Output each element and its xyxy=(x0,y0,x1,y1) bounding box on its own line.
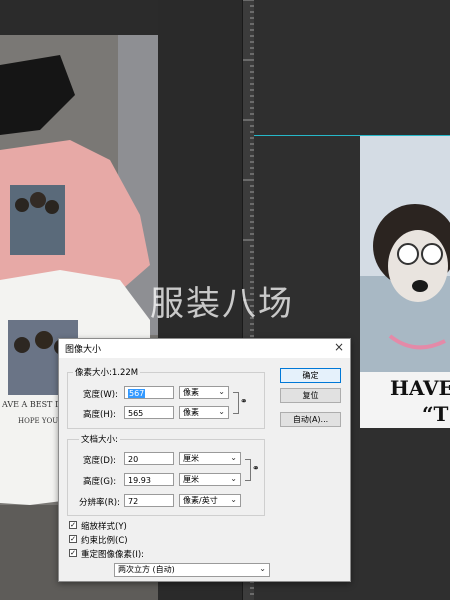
resolution-unit-select[interactable]: 像素/英寸 ⌄ xyxy=(179,494,241,507)
scale-styles-label: 缩放样式(Y) xyxy=(81,522,127,532)
resolution-unit: 像素/英寸 xyxy=(183,496,218,505)
doc-height-input[interactable]: 19.93 xyxy=(124,473,174,486)
resample-label: 重定图像像素(I): xyxy=(81,550,145,560)
chevron-down-icon: ⌄ xyxy=(259,564,266,573)
resolution-value: 72 xyxy=(128,497,139,506)
pixel-width-unit-select[interactable]: 像素 ⌄ xyxy=(179,386,229,399)
svg-text:HOPE YOU: HOPE YOU xyxy=(18,417,58,425)
doc-height-unit-select[interactable]: 厘米 ⌄ xyxy=(179,473,241,486)
resample-checkbox[interactable]: ✓ xyxy=(69,549,77,557)
pixel-width-unit: 像素 xyxy=(183,388,199,397)
pixel-height-label: 高度(H): xyxy=(83,410,116,420)
resolution-input[interactable]: 72 xyxy=(124,494,174,507)
dog-photo xyxy=(360,136,450,372)
chevron-down-icon: ⌄ xyxy=(230,474,237,483)
image-size-dialog: 图像大小 × 像素大小:1.22M 宽度(W): 567 像素 ⌄ 高度(H):… xyxy=(58,338,351,582)
constrain-proportions-checkbox[interactable]: ✓ xyxy=(69,535,77,543)
auto-button[interactable]: 自动(A)... xyxy=(280,412,341,427)
doc-height-value: 19.93 xyxy=(128,476,151,485)
ok-button[interactable]: 确定 xyxy=(280,368,341,383)
doc-width-label: 宽度(D): xyxy=(83,456,117,466)
dialog-titlebar[interactable]: 图像大小 × xyxy=(59,339,350,358)
watermark-text: 服装八场 xyxy=(150,284,294,324)
pixel-width-label: 宽度(W): xyxy=(83,390,118,400)
scale-styles-checkbox[interactable]: ✓ xyxy=(69,521,77,529)
doc-width-input[interactable]: 20 xyxy=(124,452,174,465)
pixel-height-input[interactable]: 565 xyxy=(124,406,174,419)
doc-height-unit: 厘米 xyxy=(183,475,199,484)
pixel-link-bracket xyxy=(233,392,239,414)
chevron-down-icon: ⌄ xyxy=(218,387,225,396)
doc-height-label: 高度(G): xyxy=(83,477,117,487)
doc-link-bracket xyxy=(245,459,251,481)
close-icon[interactable]: × xyxy=(334,340,344,354)
pixel-height-value: 565 xyxy=(128,409,144,418)
reset-button[interactable]: 复位 xyxy=(280,388,341,403)
doc-width-unit: 厘米 xyxy=(183,454,199,463)
pixel-height-unit-select[interactable]: 像素 ⌄ xyxy=(179,406,229,419)
chevron-down-icon: ⌄ xyxy=(230,453,237,462)
link-icon: ⚭ xyxy=(252,464,260,474)
right-doc-text-line2: “T xyxy=(422,402,449,426)
pixel-width-value: 567 xyxy=(128,389,146,398)
resample-method-select[interactable]: 两次立方 (自动) ⌄ xyxy=(114,563,270,577)
right-document-text-area: HAVE “T xyxy=(360,372,450,428)
constrain-proportions-label: 约束比例(C) xyxy=(81,536,128,546)
pixel-height-unit: 像素 xyxy=(183,408,199,417)
link-icon: ⚭ xyxy=(240,397,248,407)
resolution-label: 分辨率(R): xyxy=(79,498,120,508)
pixel-dimensions-label: 像素大小:1.22M xyxy=(73,366,141,378)
right-document-image xyxy=(360,136,450,372)
document-size-label: 文档大小: xyxy=(79,433,120,445)
doc-width-unit-select[interactable]: 厘米 ⌄ xyxy=(179,452,241,465)
dialog-title: 图像大小 xyxy=(65,345,102,355)
chevron-down-icon: ⌄ xyxy=(230,495,237,504)
resample-method-value: 两次立方 (自动) xyxy=(118,565,175,574)
pixel-width-input[interactable]: 567 xyxy=(124,386,174,399)
chevron-down-icon: ⌄ xyxy=(218,407,225,416)
doc-width-value: 20 xyxy=(128,455,139,464)
right-doc-text-line1: HAVE xyxy=(390,376,450,400)
